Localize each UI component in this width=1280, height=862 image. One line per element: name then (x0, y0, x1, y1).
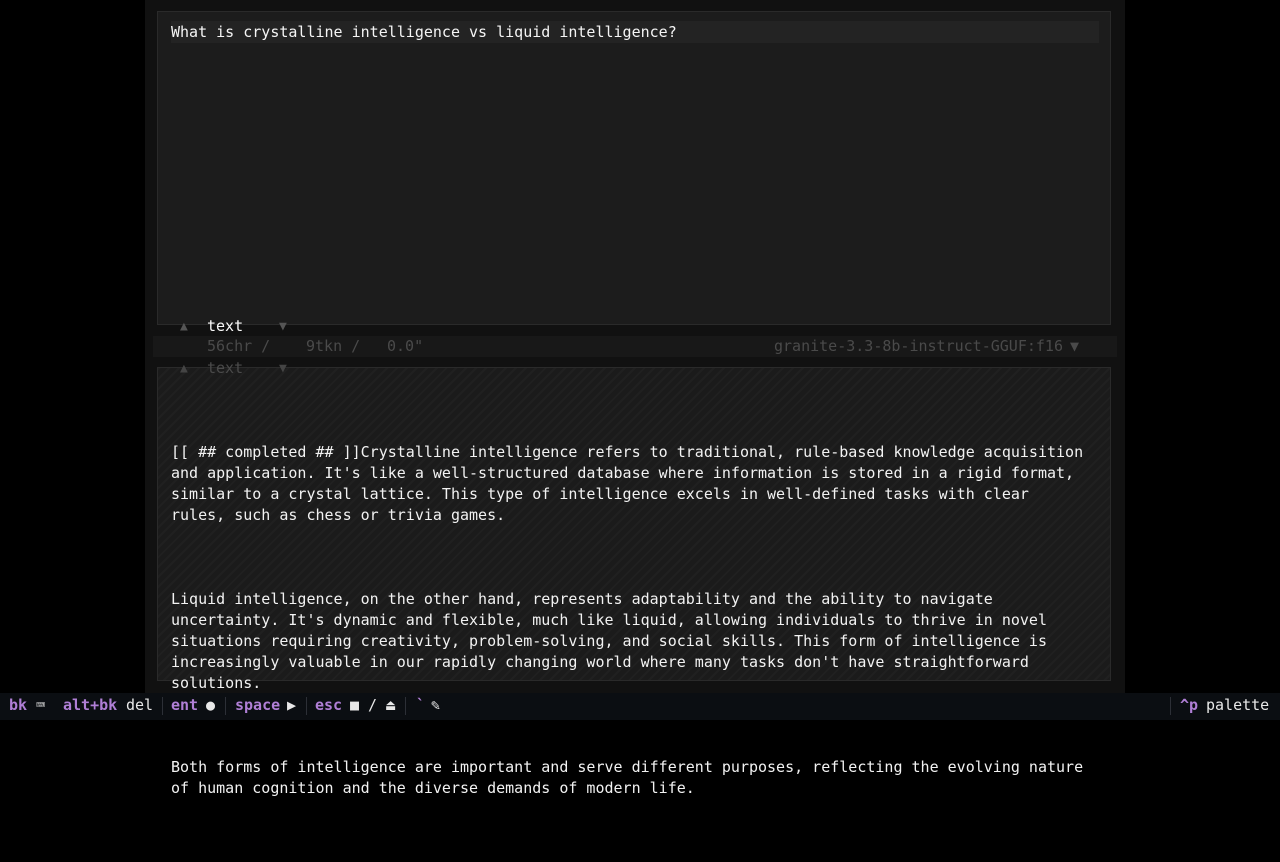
alt-backspace-key[interactable]: alt+bk (63, 693, 117, 717)
meta-bar: 56chr / 9tkn / 0.0" granite-3.3-8b-instr… (153, 336, 1117, 357)
backtick-key[interactable]: ` (416, 693, 425, 717)
type-up-icon[interactable]: ▲ (180, 358, 188, 379)
output-type-label: text (207, 359, 244, 377)
keyboard-icon: ⌨ (36, 696, 46, 714)
backspace-key[interactable]: bk (9, 693, 27, 717)
output-paragraph: [[ ## completed ## ]]Crystalline intelli… (171, 443, 1084, 524)
output-paragraph: Both forms of intelligence are important… (171, 758, 1084, 797)
separator (306, 697, 307, 715)
output-panel: [[ ## completed ## ]]Crystalline intelli… (157, 367, 1111, 797)
output-paragraph: Liquid intelligence, on the other hand, … (171, 590, 1047, 692)
edit-icon: ✎ (431, 696, 441, 714)
output-text: [[ ## completed ## ]]Crystalline intelli… (171, 400, 1101, 862)
space-key[interactable]: space (235, 693, 280, 717)
enter-key[interactable]: ent (171, 693, 198, 717)
char-count: 56chr / (207, 337, 271, 355)
separator (162, 697, 163, 715)
prompt-panel[interactable]: What is crystalline intelligence vs liqu… (157, 11, 1111, 325)
type-up-icon[interactable]: ▲ (180, 316, 188, 337)
model-dropdown-icon[interactable]: ▼ (1070, 336, 1079, 357)
separator (1170, 697, 1171, 715)
prompt-input[interactable]: What is crystalline intelligence vs liqu… (171, 21, 1099, 43)
type-down-icon[interactable]: ▼ (279, 316, 287, 337)
output-type-selector[interactable]: ▲ text ▼ (145, 358, 1125, 379)
app-window: What is crystalline intelligence vs liqu… (145, 0, 1125, 797)
separator (225, 697, 226, 715)
delete-label: del (126, 696, 154, 714)
escape-key[interactable]: esc (315, 693, 342, 717)
token-count: 9tkn / (306, 337, 361, 355)
stop-eject-icon: ■ / ⏏ (350, 696, 396, 714)
play-icon: ▶ (287, 696, 297, 714)
input-type-selector[interactable]: ▲ text ▼ (145, 316, 1125, 337)
type-down-icon[interactable]: ▼ (279, 358, 287, 379)
input-type-label: text (207, 317, 244, 335)
model-selector[interactable]: granite-3.3-8b-instruct-GGUF:f16 (774, 336, 1063, 357)
elapsed-time: 0.0" (387, 337, 424, 355)
separator (405, 697, 406, 715)
record-icon: ● (206, 696, 216, 714)
palette-label[interactable]: palette (1206, 693, 1269, 717)
palette-key[interactable]: ^p (1180, 693, 1198, 717)
status-bar: bk ⌨ alt+bk del ent ● space ▶ esc ■ / ⏏ … (0, 693, 1280, 720)
